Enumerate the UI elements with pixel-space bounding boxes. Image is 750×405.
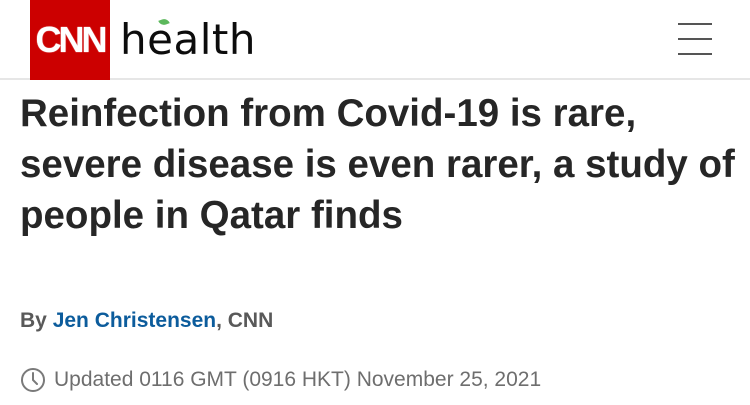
byline: By Jen Christensen, CNN (20, 307, 273, 335)
section-name[interactable]: health (120, 12, 256, 68)
article-timestamp: Updated 0116 GMT (0916 HKT) November 25,… (20, 365, 541, 395)
cnn-logo-text: CNN (35, 19, 108, 60)
hamburger-menu-icon[interactable] (676, 22, 714, 56)
byline-prefix: By (20, 309, 47, 332)
byline-source: , CNN (216, 309, 274, 332)
article-headline: Reinfection from Covid-19 is rare, sever… (20, 92, 735, 237)
author-link[interactable]: Jen Christensen (53, 309, 216, 332)
cnn-logo[interactable]: CNN (30, 0, 110, 80)
timestamp-text: Updated 0116 GMT (0916 HKT) November 25,… (54, 368, 542, 391)
site-header: CNN health (0, 0, 750, 80)
clock-icon (21, 368, 45, 392)
